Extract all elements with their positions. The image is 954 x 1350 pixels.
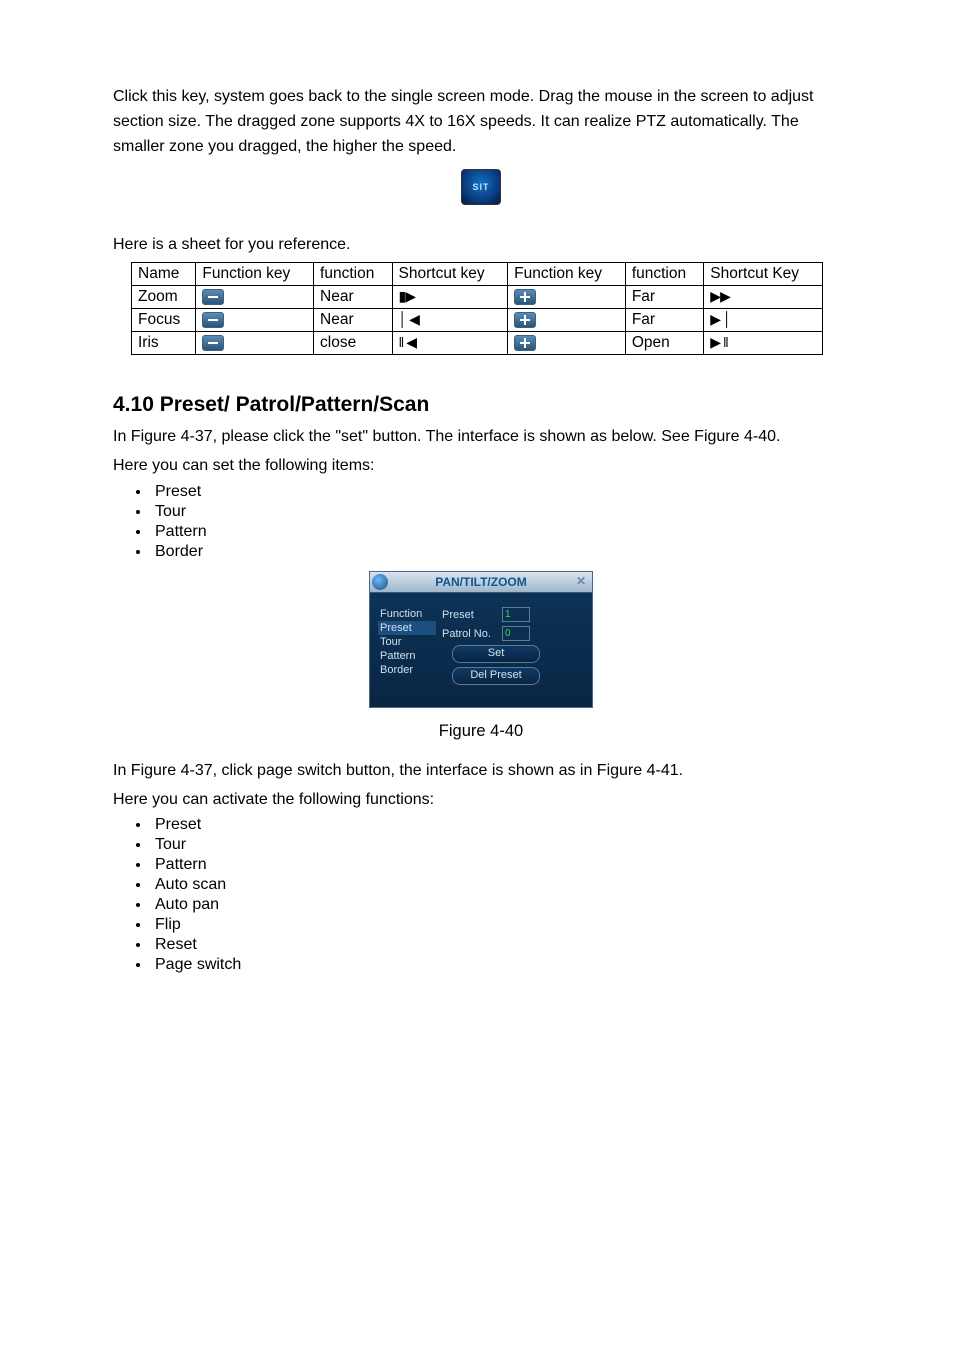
ptz-dialog: PAN/TILT/ZOOM ✕ Function Preset Tour Pat… <box>369 571 593 708</box>
patrol-label: Patrol No. <box>442 626 502 640</box>
shortcut-glyph: │ ◀ <box>399 311 419 327</box>
cell-name: Zoom <box>132 286 196 309</box>
menu-item-border[interactable]: Border <box>378 663 436 677</box>
shortcut-glyph: ▶▶ <box>710 288 730 304</box>
shortcut-glyph: ▶ ‖ <box>710 334 727 350</box>
plus-icon <box>514 335 536 351</box>
reference-table: Name Function key function Shortcut key … <box>131 262 823 355</box>
table-row: Iris close ‖ ◀ Open ▶ ‖ <box>132 332 823 355</box>
list-item: Preset <box>151 816 849 834</box>
th-func1: function <box>320 265 374 282</box>
th-skey2: Shortcut Key <box>710 265 799 282</box>
cell-func: close <box>314 332 392 355</box>
list-item: Auto pan <box>151 896 849 914</box>
menu-item-tour[interactable]: Tour <box>378 635 436 649</box>
plus-icon <box>514 289 536 305</box>
list-item: Page switch <box>151 956 849 974</box>
list-item: Flip <box>151 916 849 934</box>
section-paragraph: In Figure 4-37, please click the "set" b… <box>113 425 849 450</box>
figure-caption: Figure 4-40 <box>113 722 849 741</box>
table-row: Zoom Near ▮▶ Far ▶▶ <box>132 286 823 309</box>
section-heading: 4.10 Preset/ Patrol/Pattern/Scan <box>113 393 849 417</box>
sit-3d-button[interactable]: SIT <box>461 169 501 205</box>
table-lead-text: Here is a sheet for you reference. <box>113 233 849 258</box>
cell-name: Iris <box>132 332 196 355</box>
menu-item-function[interactable]: Function <box>378 607 436 621</box>
close-icon[interactable]: ✕ <box>574 574 588 588</box>
th-skey1: Shortcut key <box>399 265 485 282</box>
del-preset-button[interactable]: Del Preset <box>452 667 540 685</box>
plus-icon <box>514 312 536 328</box>
after-paragraph: Here you can activate the following func… <box>113 788 849 813</box>
dialog-titlebar: PAN/TILT/ZOOM ✕ <box>370 572 592 593</box>
menu-item-pattern[interactable]: Pattern <box>378 649 436 663</box>
cell-func: Far <box>625 286 703 309</box>
dialog-title-text: PAN/TILT/ZOOM <box>435 575 527 589</box>
list-item: Preset <box>151 483 849 501</box>
dialog-logo-icon <box>372 574 388 590</box>
list-item: Auto scan <box>151 876 849 894</box>
minus-icon <box>202 335 224 351</box>
list-item: Pattern <box>151 856 849 874</box>
preset-label: Preset <box>442 607 502 621</box>
cell-func: Far <box>625 309 703 332</box>
intro-paragraph: Click this key, system goes back to the … <box>113 85 849 159</box>
patrol-input[interactable]: 0 <box>502 626 530 641</box>
th-func2: function <box>632 265 686 282</box>
shortcut-glyph: ▶ │ <box>710 311 730 327</box>
table-row: Focus Near │ ◀ Far ▶ │ <box>132 309 823 332</box>
cell-func: Near <box>314 286 392 309</box>
minus-icon <box>202 312 224 328</box>
list-item: Border <box>151 543 849 561</box>
preset-input[interactable]: 1 <box>502 607 530 622</box>
cell-func: Open <box>625 332 703 355</box>
minus-icon <box>202 289 224 305</box>
section-paragraph: Here you can set the following items: <box>113 454 849 479</box>
set-button[interactable]: Set <box>452 645 540 663</box>
list-item: Tour <box>151 836 849 854</box>
dialog-menu: Function Preset Tour Pattern Border <box>378 607 436 677</box>
menu-item-preset[interactable]: Preset <box>378 621 436 635</box>
after-paragraph: In Figure 4-37, click page switch button… <box>113 759 849 784</box>
th-fkey2: Function key <box>514 265 602 282</box>
list-item: Reset <box>151 936 849 954</box>
list-item: Tour <box>151 503 849 521</box>
shortcut-glyph: ‖ ◀ <box>399 334 416 350</box>
list-item: Pattern <box>151 523 849 541</box>
th-fkey1: Function key <box>202 265 290 282</box>
cell-func: Near <box>314 309 392 332</box>
activate-items-list: Preset Tour Pattern Auto scan Auto pan F… <box>113 816 849 974</box>
th-name: Name <box>138 265 179 282</box>
shortcut-glyph: ▮▶ <box>399 288 415 304</box>
cell-name: Focus <box>132 309 196 332</box>
set-items-list: Preset Tour Pattern Border <box>113 483 849 561</box>
